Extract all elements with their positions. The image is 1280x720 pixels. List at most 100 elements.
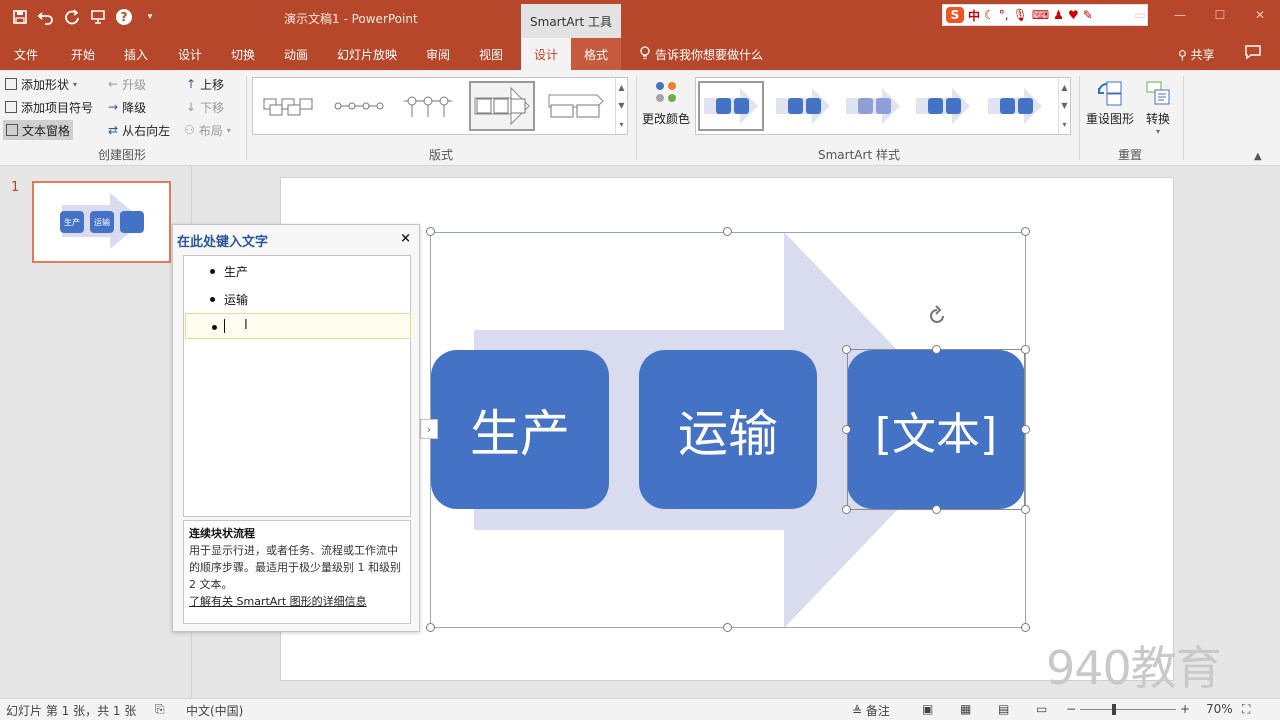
collapse-ribbon-icon[interactable]: ▲: [1254, 146, 1262, 166]
comments-icon[interactable]: [1244, 44, 1262, 64]
scroll-up-icon[interactable]: ▲: [1061, 83, 1067, 92]
layout-option-process-arrows[interactable]: [543, 81, 609, 131]
slide-sorter-view-icon[interactable]: ▦: [960, 702, 971, 716]
gallery-more-icon[interactable]: ▾: [619, 120, 623, 129]
close-window-icon[interactable]: ✕: [1240, 0, 1280, 30]
gallery-more-icon[interactable]: ▾: [1062, 120, 1066, 129]
style-option-subtle-effect[interactable]: [910, 81, 976, 131]
shape-resize-handle[interactable]: [1021, 345, 1030, 354]
convert-button[interactable]: 转换 ▾: [1132, 76, 1184, 136]
tab-slide-show[interactable]: 幻灯片放映: [337, 38, 397, 70]
tab-transitions[interactable]: 切换: [231, 38, 255, 70]
tab-insert[interactable]: 插入: [124, 38, 148, 70]
normal-view-icon[interactable]: ▣: [922, 702, 933, 716]
text-pane-item[interactable]: 生产: [184, 258, 410, 284]
tab-animations[interactable]: 动画: [284, 38, 308, 70]
resize-handle[interactable]: [1021, 227, 1030, 236]
notes-button[interactable]: ≜ 备注: [852, 702, 890, 719]
scroll-down-icon[interactable]: ▼: [1061, 101, 1067, 110]
resize-handle[interactable]: [723, 623, 732, 632]
style-option-moderate[interactable]: [770, 81, 836, 131]
save-icon[interactable]: [10, 6, 30, 28]
text-pane-item-active[interactable]: Ⅰ: [185, 313, 411, 339]
learn-more-link[interactable]: 了解有关 SmartArt 图形的详细信息: [189, 593, 405, 610]
close-icon[interactable]: ×: [400, 231, 411, 246]
layout-button[interactable]: ⚇ 布局 ▾: [184, 120, 231, 140]
smartart-shape-1[interactable]: 生产: [431, 350, 609, 509]
shape-resize-handle[interactable]: [842, 505, 851, 514]
style-option-intense[interactable]: [840, 81, 906, 131]
add-shape-button[interactable]: 添加形状 ▾: [5, 74, 77, 94]
skin-icon[interactable]: ♥: [1068, 8, 1079, 22]
tab-design[interactable]: 设计: [178, 38, 202, 70]
tab-smartart-design[interactable]: 设计: [521, 38, 571, 70]
shape-resize-handle[interactable]: [1021, 505, 1030, 514]
change-colors-button[interactable]: 更改颜色: [640, 76, 692, 127]
shape-resize-handle[interactable]: [842, 345, 851, 354]
move-up-button[interactable]: ↑ 上移: [186, 74, 224, 94]
text-pane-expander[interactable]: ›: [420, 419, 438, 439]
layout-option-continuous-block-process[interactable]: [469, 81, 535, 131]
customize-qat-icon[interactable]: ▾: [140, 6, 160, 28]
help-icon[interactable]: ?: [114, 6, 134, 28]
layouts-gallery-scroll[interactable]: ▲ ▼ ▾: [615, 78, 627, 134]
zoom-out-icon[interactable]: −: [1066, 702, 1076, 716]
resize-handle[interactable]: [426, 623, 435, 632]
redo-icon[interactable]: [62, 6, 82, 28]
style-option-simple[interactable]: [698, 81, 764, 131]
tell-me-box[interactable]: 告诉我你想要做什么: [640, 46, 763, 63]
ime-toolbar[interactable]: S 中 ☾ °, 🎙 ⌨ ♟ ♥ ✎: [942, 4, 1148, 26]
reset-graphic-button[interactable]: 重设图形: [1084, 76, 1136, 127]
fit-slide-icon[interactable]: ⛶: [1242, 702, 1250, 717]
zoom-slider[interactable]: [1080, 709, 1176, 710]
moon-icon[interactable]: ☾: [984, 8, 995, 22]
spell-check-icon[interactable]: ⎘: [155, 702, 165, 717]
slideshow-view-icon[interactable]: ▭: [1036, 702, 1047, 716]
scroll-up-icon[interactable]: ▲: [618, 83, 624, 92]
shape-resize-handle[interactable]: [932, 505, 941, 514]
present-from-start-icon[interactable]: [88, 6, 108, 28]
maximize-icon[interactable]: ☐: [1200, 0, 1240, 30]
microphone-icon[interactable]: 🎙: [1013, 8, 1028, 22]
style-option-polished[interactable]: [982, 81, 1048, 131]
add-bullet-button[interactable]: 添加项目符号: [5, 97, 93, 117]
smartart-shape-2[interactable]: 运输: [639, 350, 817, 509]
vertical-scrollbar[interactable]: [1256, 166, 1276, 698]
promote-button[interactable]: ← 升级: [108, 74, 146, 94]
rotate-handle-icon[interactable]: [926, 305, 948, 330]
styles-gallery-scroll[interactable]: ▲ ▼ ▾: [1058, 78, 1070, 134]
tab-home[interactable]: 开始: [71, 38, 95, 70]
scroll-down-icon[interactable]: ▼: [618, 101, 624, 110]
move-down-button[interactable]: ↓ 下移: [186, 97, 224, 117]
language-status[interactable]: 中文(中国): [186, 702, 243, 719]
shape-resize-handle[interactable]: [932, 345, 941, 354]
wrench-icon[interactable]: ✎: [1083, 8, 1093, 22]
resize-handle[interactable]: [723, 227, 732, 236]
share-button[interactable]: ⚲ 共享: [1178, 46, 1215, 63]
tab-file[interactable]: 文件: [14, 38, 38, 70]
demote-button[interactable]: → 降级: [108, 97, 146, 117]
zoom-in-icon[interactable]: +: [1180, 702, 1190, 716]
user-icon[interactable]: ♟: [1053, 8, 1064, 22]
tab-view[interactable]: 视图: [479, 38, 503, 70]
slide-thumbnail[interactable]: 生产 运输: [32, 181, 171, 263]
shape-resize-handle[interactable]: [842, 425, 851, 434]
layout-option-circle-process[interactable]: [395, 81, 461, 131]
undo-icon[interactable]: [36, 6, 56, 28]
layout-option-cycle[interactable]: [255, 81, 321, 131]
tab-review[interactable]: 审阅: [426, 38, 450, 70]
text-pane-item[interactable]: 运输: [184, 286, 410, 312]
right-to-left-button[interactable]: ⇄ 从右向左: [108, 120, 170, 140]
resize-handle[interactable]: [1021, 623, 1030, 632]
text-pane-list[interactable]: 生产 运输 Ⅰ: [183, 255, 411, 517]
zoom-slider-thumb[interactable]: [1112, 704, 1116, 715]
resize-handle[interactable]: [426, 227, 435, 236]
ime-language-label[interactable]: 中: [968, 7, 980, 24]
punctuation-icon[interactable]: °,: [999, 8, 1009, 22]
resize-handle[interactable]: [1021, 425, 1030, 434]
text-pane-button[interactable]: 文本窗格: [3, 120, 74, 140]
tab-smartart-format[interactable]: 格式: [571, 38, 621, 70]
zoom-level[interactable]: 70%: [1206, 702, 1233, 716]
layout-option-basic-timeline[interactable]: [325, 81, 391, 131]
ribbon-display-icon[interactable]: ▭: [1120, 0, 1160, 30]
